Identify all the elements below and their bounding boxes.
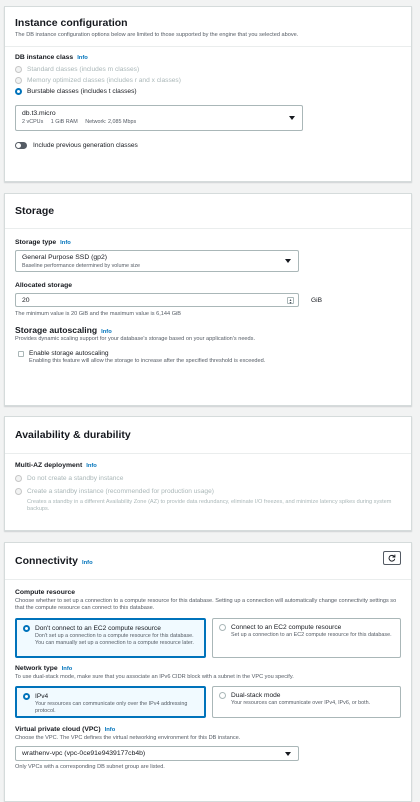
tile-desc: Your resources can communicate only over… (35, 700, 188, 714)
storage-autoscaling-desc: Provides dynamic scaling support for you… (15, 336, 256, 343)
enable-storage-autoscaling-checkbox[interactable] (18, 350, 24, 357)
storage-autoscaling-title: Storage autoscaling Info (15, 325, 112, 336)
radio-circle (23, 624, 30, 632)
tile-title: Don't connect to an EC2 compute resource (35, 624, 161, 632)
storage-type-select[interactable]: General Purpose SSD (gp2) Baseline perfo… (15, 250, 299, 272)
radio-circle (219, 691, 226, 699)
compute-resource-desc: Choose whether to set up a connection to… (15, 598, 397, 612)
toggle-label: Include previous generation classes (33, 142, 138, 150)
tile-desc: Set up a connection to an EC2 compute re… (231, 631, 392, 638)
tile-desc: Don't set up a connection to a compute r… (35, 632, 194, 646)
standby-desc: Creates a standby in a different Availab… (27, 499, 392, 513)
select-meta: Baseline performance determined by volum… (22, 263, 141, 269)
vpc-hint: Only VPCs with a corresponding DB subnet… (15, 764, 165, 771)
allocated-storage-input[interactable]: 20 ▴ ▾ (15, 293, 299, 307)
radio-burstable-classes[interactable]: Burstable classes (includes t classes) (15, 86, 401, 97)
tile-connect-ec2[interactable]: Connect to an EC2 compute resource Set u… (212, 617, 401, 658)
refresh-button[interactable] (383, 551, 401, 565)
info-link[interactable]: Info (62, 666, 73, 672)
storage-panel: Storage Storage type Info General Purpose… (4, 193, 412, 406)
radio-memory-optimized-classes[interactable]: Memory optimized classes (includes r and… (15, 75, 401, 86)
radio-circle (15, 66, 22, 74)
radio-circle (23, 692, 30, 700)
tile-title: Dual-stack mode (231, 691, 281, 699)
select-meta: 2 vCPUs 1 GiB RAM Network: 2,085 Mbps (22, 119, 137, 126)
tile-ipv4[interactable]: IPv4 Your resources can communicate only… (15, 685, 206, 718)
storage-type-label: Storage type Info (15, 239, 71, 246)
radio-standard-classes[interactable]: Standard classes (includes m classes) (15, 64, 401, 75)
panel-header: Instance configuration The DB instance c… (5, 7, 411, 39)
panel-title: Instance configuration (15, 17, 128, 29)
panel-title: Storage (15, 205, 55, 217)
select-value: General Purpose SSD (gp2) (22, 254, 108, 261)
checkbox-desc: Enabling this feature will allow the sto… (29, 357, 266, 364)
tile-title: IPv4 (35, 692, 49, 700)
panel-title: Availability & durability (15, 429, 131, 441)
info-link[interactable]: Info (77, 55, 88, 61)
connectivity-panel: Connectivity Info Compute resource Choose… (4, 542, 412, 802)
refresh-icon (388, 554, 396, 562)
network-type-label: Network type Info (15, 664, 73, 672)
info-link[interactable]: Info (60, 240, 71, 246)
db-instance-class-label: DB instance class Info (15, 54, 88, 62)
radio-circle (15, 88, 22, 96)
caret-down-icon (289, 116, 295, 121)
select-value: wrathenv-vpc (vpc-0ce91e9439177cb4b) (22, 750, 146, 758)
vpc-label: Virtual private cloud (VPC) Info (15, 725, 116, 733)
stepper-icon[interactable]: ▴ ▾ (287, 297, 294, 305)
instance-class-select[interactable]: db.t3.micro 2 vCPUs 1 GiB RAM Network: 2… (15, 105, 303, 132)
instance-configuration-panel: Instance configuration The DB instance c… (4, 6, 412, 182)
info-link[interactable]: Info (86, 463, 97, 469)
tile-dual-stack[interactable]: Dual-stack mode Your resources can commu… (212, 685, 401, 718)
radio-no-standby[interactable]: Do not create a standby instance (15, 473, 401, 484)
multi-az-label: Multi-AZ deployment Info (15, 462, 97, 469)
compute-resource-label: Compute resource (15, 589, 76, 596)
availability-durability-panel: Availability & durability Multi-AZ deplo… (4, 416, 412, 531)
vpc-select[interactable]: wrathenv-vpc (vpc-0ce91e9439177cb4b) (15, 746, 299, 762)
unit-label: GiB (311, 296, 322, 304)
panel-description: The DB instance configuration options be… (15, 32, 299, 38)
toggle-switch[interactable] (15, 142, 27, 150)
allocated-storage-hint: The minimum value is 20 GiB and the maxi… (15, 311, 182, 317)
tile-title: Connect to an EC2 compute resource (231, 623, 342, 631)
radio-circle (15, 475, 22, 482)
info-link[interactable]: Info (101, 329, 112, 335)
enable-storage-autoscaling-row[interactable]: Enable storage autoscaling Enabling this… (15, 350, 401, 365)
radio-circle (15, 77, 22, 85)
info-link[interactable]: Info (105, 727, 116, 733)
select-value: db.t3.micro (22, 110, 56, 118)
radio-circle (219, 623, 226, 631)
caret-down-icon (285, 259, 291, 263)
vpc-desc: Choose the VPC. The VPC defines the virt… (15, 734, 241, 741)
checkbox-label: Enable storage autoscaling (29, 349, 109, 357)
panel-title: Connectivity Info (15, 555, 93, 567)
allocated-storage-label: Allocated storage (15, 282, 73, 289)
caret-down-icon (285, 751, 291, 756)
radio-circle (15, 488, 22, 495)
previous-generation-toggle-row[interactable]: Include previous generation classes (15, 142, 401, 150)
panel-header: Connectivity Info (5, 543, 411, 567)
panel-header: Storage (5, 194, 411, 217)
tile-dont-connect-ec2[interactable]: Don't connect to an EC2 compute resource… (15, 617, 206, 658)
info-link[interactable]: Info (82, 560, 93, 566)
panel-header: Availability & durability (5, 417, 411, 441)
radio-create-standby[interactable]: Create a standby instance (recommended f… (15, 486, 401, 497)
network-type-desc: To use dual-stack mode, make sure that y… (15, 673, 294, 680)
tile-desc: Your resources can communicate over IPv4… (231, 699, 371, 706)
